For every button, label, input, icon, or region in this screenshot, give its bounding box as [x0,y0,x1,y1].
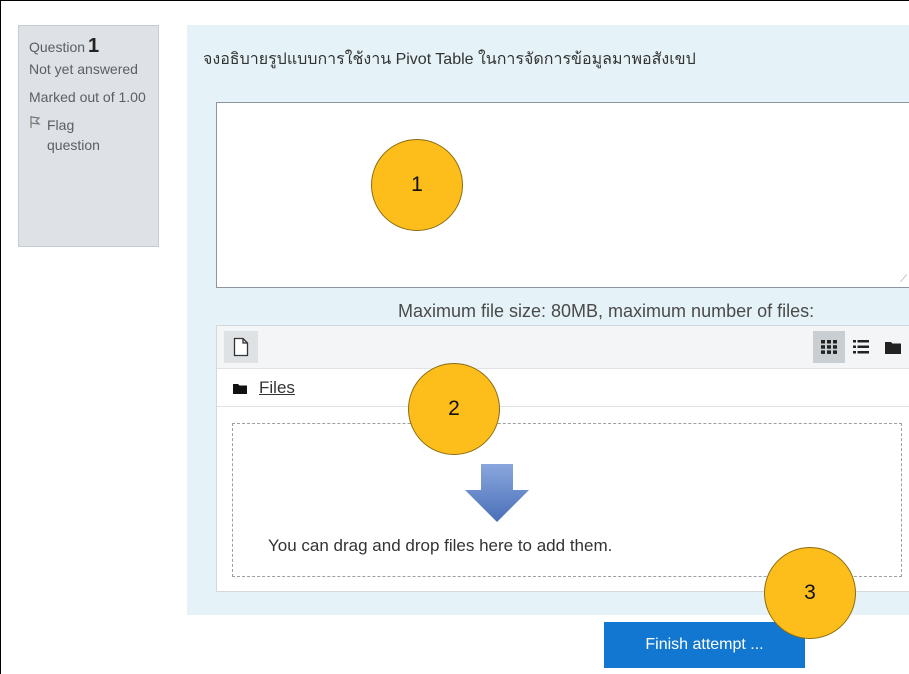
annotation-marker-2: 2 [408,363,500,455]
grid-view-icon [821,340,837,354]
question-number-row: Question 1 [29,36,158,57]
drop-arrow-icon [465,464,529,522]
annotation-marker-1: 1 [371,139,463,231]
question-label: Question [29,39,86,55]
dropzone-text: You can drag and drop files here to add … [268,536,613,555]
file-manager-toolbar [217,326,909,369]
question-grade: Marked out of 1.00 [29,89,146,105]
flag-icon [29,115,43,155]
annotation-marker-3: 3 [764,547,856,639]
resize-grip-icon[interactable]: ⟋ [900,274,907,285]
flag-question-label: Flag question [47,117,100,153]
file-limits-text: Maximum file size: 80MB, maximum number … [398,301,815,321]
file-manager-divider [217,406,909,407]
question-info: Question 1 Not yet answered Marked out o… [18,25,159,247]
add-file-icon [233,337,249,357]
question-content: จงอธิบายรูปแบบการใช้งาน Pivot Table ในกา… [187,25,909,615]
question-state: Not yet answered [29,61,138,77]
list-view-button[interactable] [845,331,877,363]
question-number: 1 [88,35,100,57]
flag-question-link[interactable]: Flag question [29,115,158,155]
question-text: จงอธิบายรูปแบบการใช้งาน Pivot Table ในกา… [203,51,696,68]
folder-view-icon [885,341,901,354]
add-file-button[interactable] [224,331,258,363]
list-view-icon [853,340,869,354]
folder-icon [233,383,247,394]
answer-textarea[interactable]: ⟋ [216,102,909,288]
grid-view-button[interactable] [813,331,845,363]
file-path-breadcrumb: Files [233,378,295,398]
folder-view-button[interactable] [877,331,909,363]
view-switcher [813,331,909,363]
finish-attempt-button[interactable]: Finish attempt ... [604,622,805,668]
files-path-link[interactable]: Files [259,378,295,398]
